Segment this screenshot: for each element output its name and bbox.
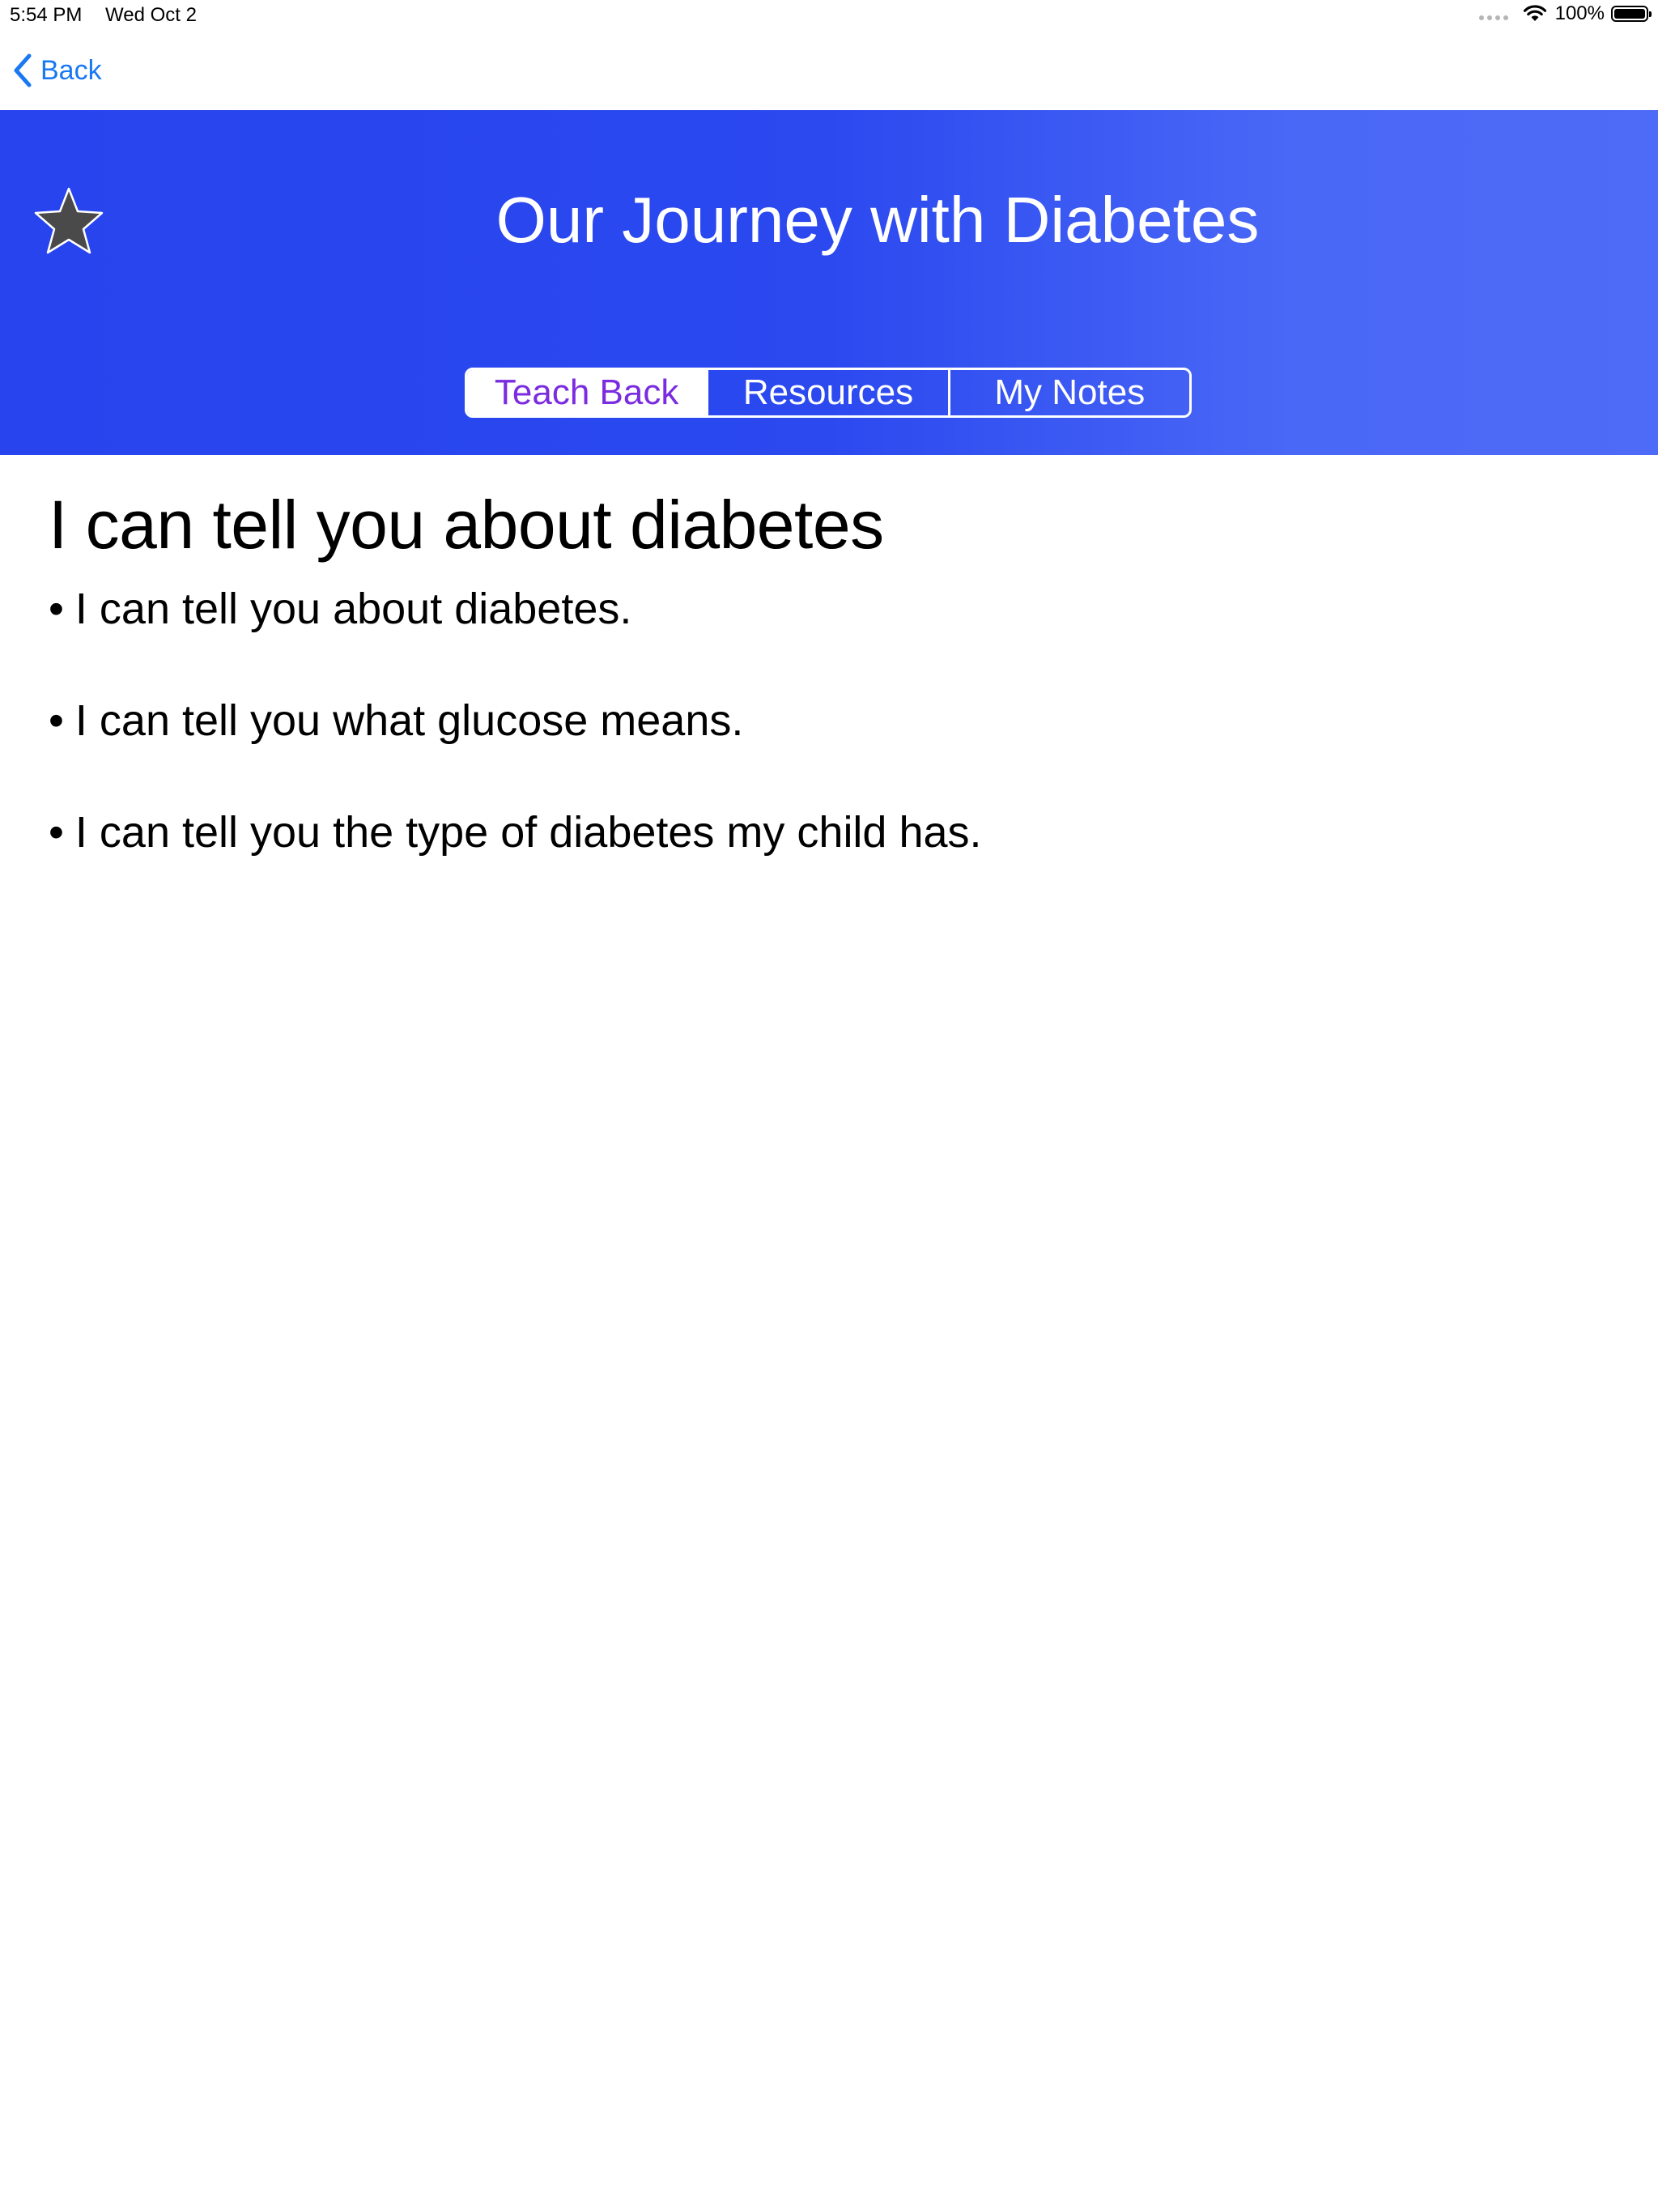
- list-item-text: I can tell you about diabetes.: [74, 585, 632, 633]
- tab-resources[interactable]: Resources: [708, 370, 950, 415]
- status-indicators: 100%: [1478, 2, 1652, 25]
- content-area: I can tell you about diabetes • I can te…: [49, 486, 1587, 922]
- segmented-control: Teach Back Resources My Notes: [465, 368, 1192, 418]
- back-label: Back: [40, 54, 102, 86]
- bullet-dot: •: [49, 808, 64, 857]
- list-item-text: I can tell you what glucose means.: [74, 696, 744, 745]
- status-bar: 5:54 PM Wed Oct 2 100%: [0, 0, 1658, 34]
- navigation-bar: Back: [0, 34, 1658, 110]
- list-item-text: I can tell you the type of diabetes my c…: [74, 808, 982, 857]
- battery-percent: 100%: [1554, 2, 1605, 24]
- cellular-signal-icon: [1478, 15, 1508, 20]
- page-title: Our Journey with Diabetes: [495, 184, 1260, 256]
- tab-my-notes[interactable]: My Notes: [950, 370, 1189, 415]
- header-banner: Our Journey with Diabetes Teach Back Res…: [0, 110, 1658, 455]
- bullet-list: • I can tell you about diabetes. • I can…: [49, 587, 1587, 854]
- back-button[interactable]: Back: [13, 53, 102, 87]
- bullet-dot: •: [49, 696, 64, 745]
- wifi-icon: [1523, 5, 1546, 21]
- battery-icon: [1611, 6, 1652, 22]
- chevron-left-icon: [14, 53, 32, 87]
- status-date: Wed Oct 2: [105, 4, 197, 26]
- tab-teach-back[interactable]: Teach Back: [467, 370, 709, 415]
- status-time: 5:54 PM: [10, 4, 83, 26]
- list-item: • I can tell you what glucose means.: [49, 699, 1587, 742]
- list-item: • I can tell you the type of diabetes my…: [49, 810, 1587, 854]
- section-heading: I can tell you about diabetes: [49, 487, 884, 563]
- bullet-dot: •: [49, 585, 64, 633]
- list-item: • I can tell you about diabetes.: [49, 587, 1587, 631]
